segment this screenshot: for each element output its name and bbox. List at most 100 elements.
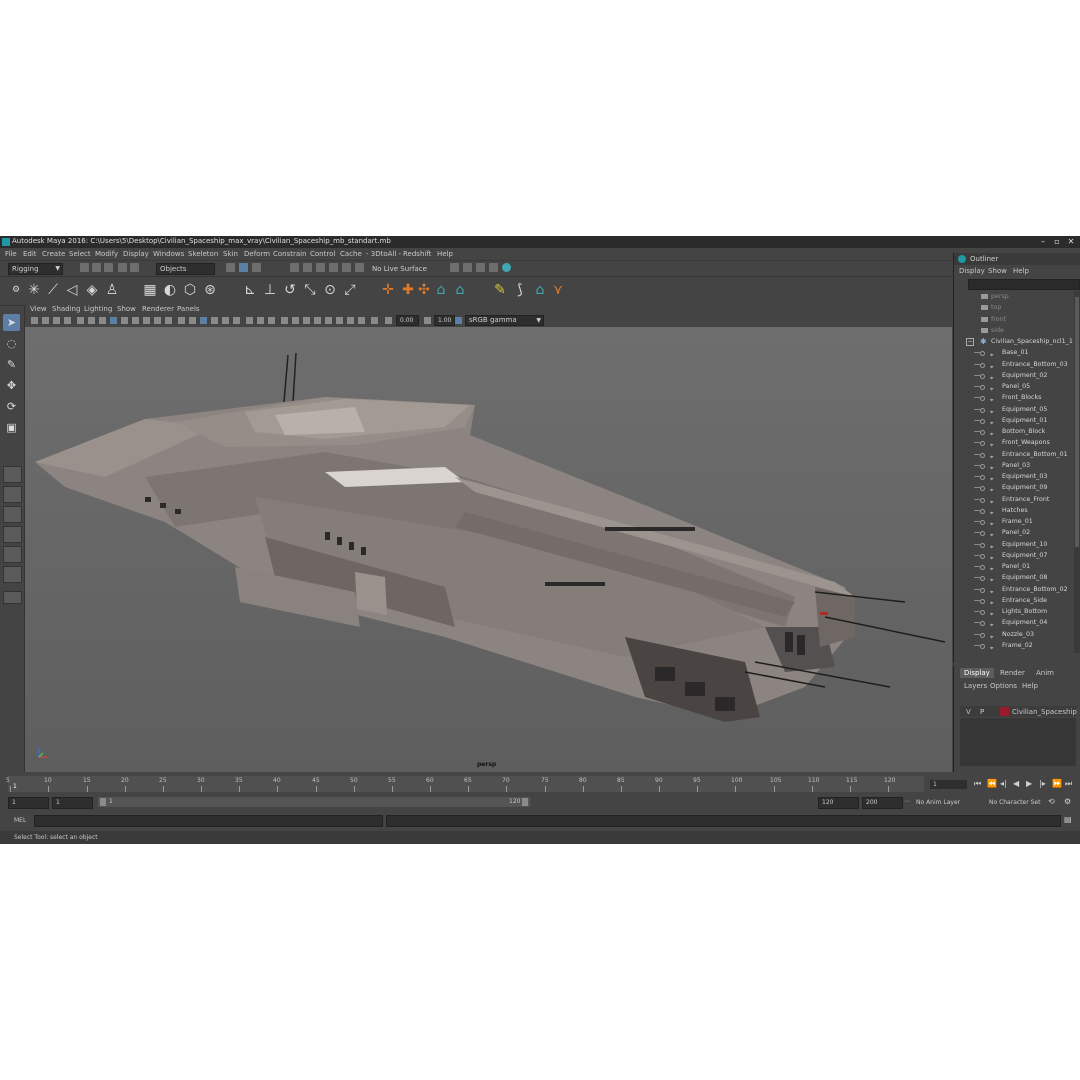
ambient-occlusion-icon[interactable]	[211, 317, 218, 324]
layer-playback-toggle[interactable]: P	[980, 708, 984, 716]
film-gate-icon[interactable]	[88, 317, 95, 324]
custom-layout-icon[interactable]	[3, 591, 22, 604]
menu-help[interactable]: Help	[437, 250, 453, 258]
shelf-script-1-icon[interactable]: ⌂	[433, 282, 449, 298]
mirror-joint-icon[interactable]: ◈	[84, 282, 100, 298]
outliner-item-persp[interactable]: persp	[954, 291, 1074, 302]
outliner-item[interactable]: ⌖ Equipment_05	[954, 404, 1074, 416]
auto-key-icon[interactable]: ⟲	[1048, 797, 1055, 806]
gate-mask-icon[interactable]	[281, 317, 288, 324]
bind-skin-icon[interactable]: ▦	[142, 282, 158, 298]
redo-icon[interactable]	[130, 263, 139, 272]
tab-anim[interactable]: Anim	[1032, 668, 1058, 678]
script-editor-icon[interactable]: ▤	[1064, 815, 1072, 824]
outliner-item[interactable]: ⌖ Front_Weapons	[954, 437, 1074, 449]
step-back-icon[interactable]: ⏪	[987, 779, 997, 788]
outliner-menu-help[interactable]: Help	[1013, 267, 1029, 275]
playback-end-field[interactable]: 120	[818, 797, 859, 809]
exposure-field[interactable]: 0.00	[396, 315, 419, 326]
paint-select-tool-icon[interactable]: ✎	[3, 356, 20, 373]
single-view-layout-icon[interactable]	[3, 466, 22, 483]
textured-icon[interactable]	[143, 317, 150, 324]
live-surface-field[interactable]: No Live Surface	[368, 263, 429, 275]
create-curve-icon[interactable]: ✣	[416, 282, 432, 298]
snap-grid-icon[interactable]	[290, 263, 299, 272]
side-by-side-layout-icon[interactable]	[3, 506, 22, 523]
wireframe-icon[interactable]	[110, 317, 117, 324]
outliner-item[interactable]: ⌖ Panel_01	[954, 561, 1074, 573]
panel-menu-panels[interactable]: Panels	[177, 305, 200, 313]
outliner-item[interactable]: ⌖ Hatches	[954, 505, 1074, 517]
outliner-item[interactable]: ⌖ Equipment_09	[954, 482, 1074, 494]
snap-point-icon[interactable]	[316, 263, 325, 272]
current-frame-field[interactable]: 1	[930, 780, 967, 789]
outliner-item[interactable]: ⌖ Nozzle_03	[954, 629, 1074, 641]
motion-blur-icon[interactable]	[222, 317, 229, 324]
range-bar[interactable]: 1 120	[98, 797, 530, 807]
menu-windows[interactable]: Windows	[153, 250, 184, 258]
outliner-item[interactable]: ⌖ Equipment_01	[954, 415, 1074, 427]
image-plane-icon[interactable]	[64, 317, 71, 324]
snap-live-icon[interactable]	[342, 263, 351, 272]
paint-tool-icon[interactable]: ✎	[492, 282, 508, 298]
save-scene-icon[interactable]	[104, 263, 113, 272]
outliner-item[interactable]: ⌖ Panel_03	[954, 460, 1074, 472]
resolution-gate-icon[interactable]	[99, 317, 106, 324]
go-to-end-icon[interactable]: ⏭	[1065, 779, 1072, 789]
outliner-scrollbar[interactable]	[1074, 291, 1080, 653]
select-by-hierarchy-icon[interactable]	[226, 263, 235, 272]
outliner-item[interactable]: ⌖ Equipment_04	[954, 617, 1074, 629]
snap-view-plane-icon[interactable]	[329, 263, 338, 272]
parent-constraint-icon[interactable]: ⊾	[242, 282, 258, 298]
panel-menu-view[interactable]: View	[30, 305, 47, 313]
humanik-icon[interactable]: ♙	[104, 282, 120, 298]
step-forward-key-icon[interactable]: |▸	[1039, 779, 1046, 788]
joint-tool-icon[interactable]: ✳	[26, 282, 42, 298]
outliner-item[interactable]: ⌖ Base_01	[954, 347, 1074, 359]
paint-weights-icon[interactable]: ◐	[162, 282, 178, 298]
menu-edit[interactable]: Edit	[23, 250, 37, 258]
snap-curve-icon[interactable]	[303, 263, 312, 272]
smooth-shade-icon[interactable]	[121, 317, 128, 324]
shadows-icon[interactable]	[165, 317, 172, 324]
outliner-item-root[interactable]: − ✱ Civilian_Spaceship_ncl1_1	[954, 336, 1074, 347]
open-scene-icon[interactable]	[92, 263, 101, 272]
anti-alias-icon[interactable]	[257, 317, 264, 324]
menu-constrain[interactable]: Constrain	[273, 250, 307, 258]
sculpt-tool-icon[interactable]: ⟆	[512, 282, 528, 298]
playback-start-field[interactable]: 1	[52, 797, 93, 809]
outliner-item[interactable]: ⌖ Entrance_Side	[954, 595, 1074, 607]
view-transform-dropdown[interactable]: sRGB gamma ▼	[465, 315, 544, 326]
perspective-viewport[interactable]: persp	[25, 327, 952, 772]
safe-title-icon[interactable]	[314, 317, 321, 324]
menu-deform[interactable]: Deform	[244, 250, 270, 258]
minimize-button[interactable]: –	[1036, 236, 1050, 248]
render-settings-icon[interactable]	[476, 263, 485, 272]
outliner-menu-display[interactable]: Display	[959, 267, 985, 275]
layer-menu-layers[interactable]: Layers	[964, 682, 987, 690]
ik-handle-icon[interactable]: ⟋	[45, 282, 61, 298]
character-set-dropdown[interactable]: No Character Set	[985, 797, 1050, 809]
menu-display[interactable]: Display	[123, 250, 149, 258]
ipr-render-icon[interactable]	[463, 263, 472, 272]
menu-modify[interactable]: Modify	[95, 250, 118, 258]
new-scene-icon[interactable]	[80, 263, 89, 272]
panel-menu-shading[interactable]: Shading	[52, 305, 80, 313]
orient-constraint-icon[interactable]: ↺	[282, 282, 298, 298]
menu-3dtoall[interactable]: - 3DtoAll -	[366, 250, 401, 258]
menu-select[interactable]: Select	[69, 250, 91, 258]
persp-graph-layout-icon[interactable]	[3, 526, 22, 543]
redshift-icon[interactable]	[502, 263, 511, 272]
menu-create[interactable]: Create	[42, 250, 65, 258]
panel-menu-lighting[interactable]: Lighting	[84, 305, 112, 313]
outliner-item[interactable]: ⌖ Panel_05	[954, 381, 1074, 393]
color-management-icon[interactable]	[455, 317, 462, 324]
cluster-icon[interactable]: ⊛	[202, 282, 218, 298]
bookmarks-icon[interactable]	[53, 317, 60, 324]
shelf-script-3-icon[interactable]: ⌂	[532, 282, 548, 298]
isolate-select-icon[interactable]	[178, 317, 185, 324]
hypershade-icon[interactable]	[489, 263, 498, 272]
frame-selected-icon[interactable]	[325, 317, 332, 324]
layer-menu-options[interactable]: Options	[990, 682, 1017, 690]
move-tool-icon[interactable]: ✥	[3, 377, 20, 394]
